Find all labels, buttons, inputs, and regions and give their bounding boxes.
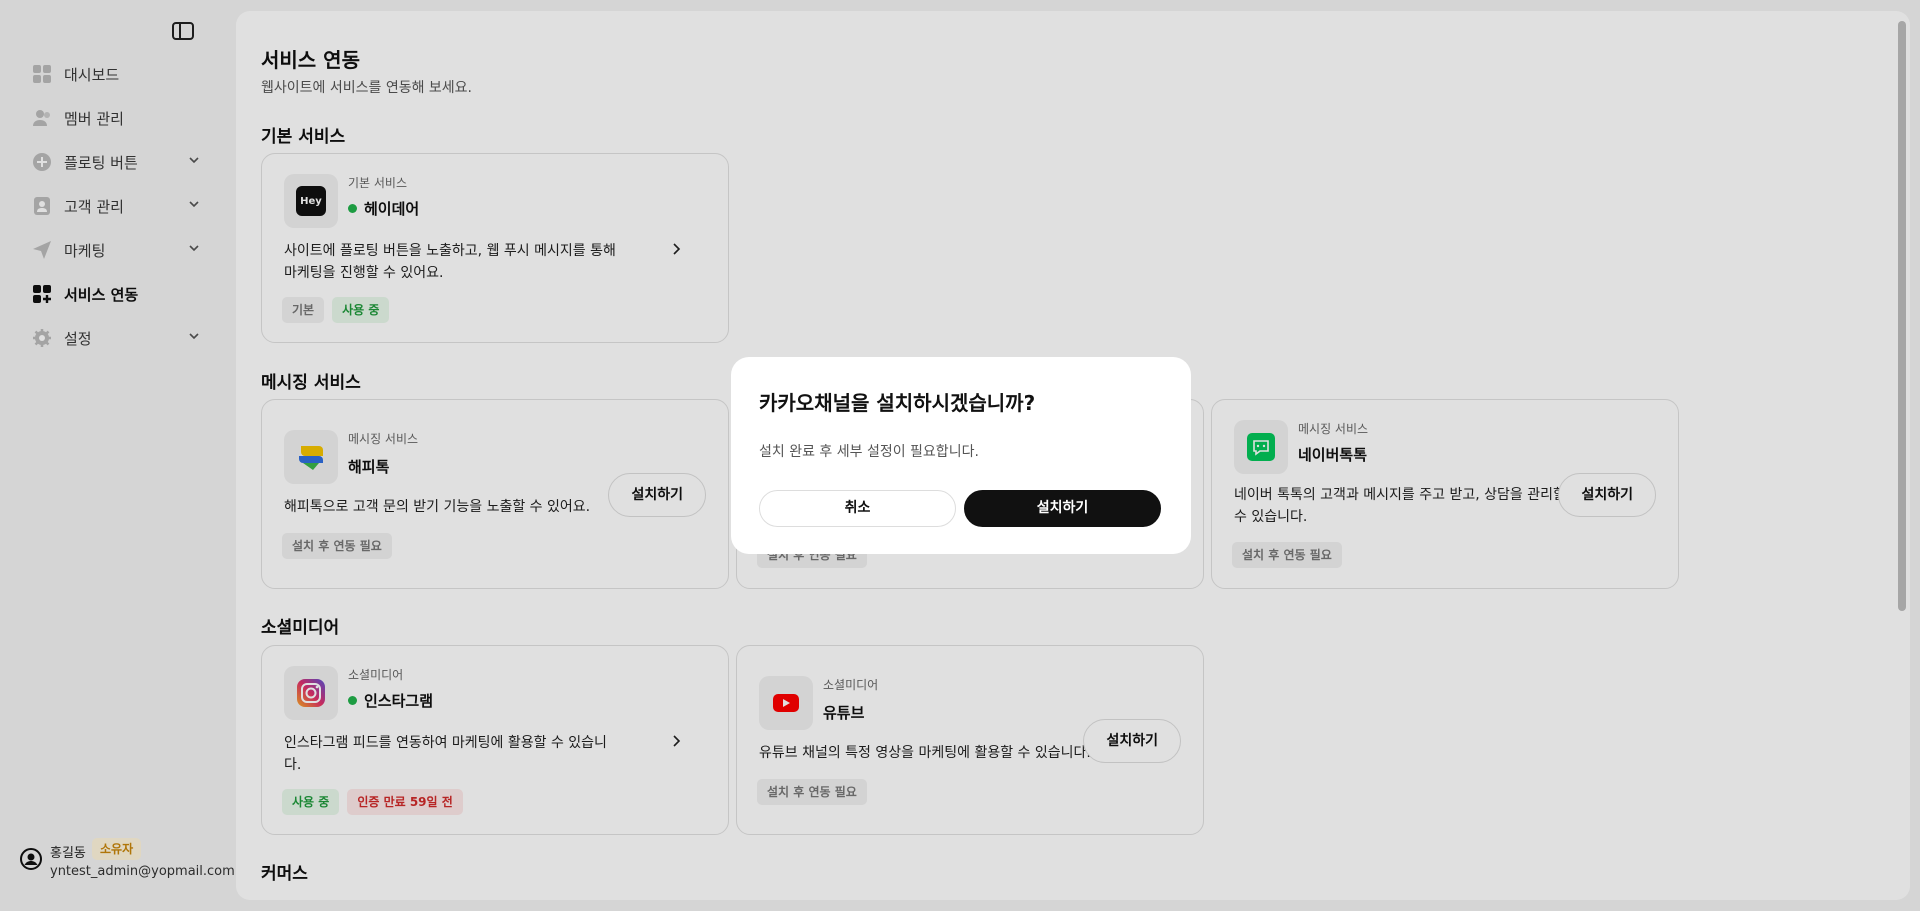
- dialog-message: 설치 완료 후 세부 설정이 필요합니다.: [759, 444, 979, 460]
- dialog-title: 카카오채널을 설치하시겠습니까?: [759, 391, 1036, 415]
- cancel-button[interactable]: 취소: [759, 490, 956, 527]
- install-confirm-dialog: 카카오채널을 설치하시겠습니까? 설치 완료 후 세부 설정이 필요합니다. 취…: [731, 357, 1191, 554]
- confirm-install-button[interactable]: 설치하기: [964, 490, 1161, 527]
